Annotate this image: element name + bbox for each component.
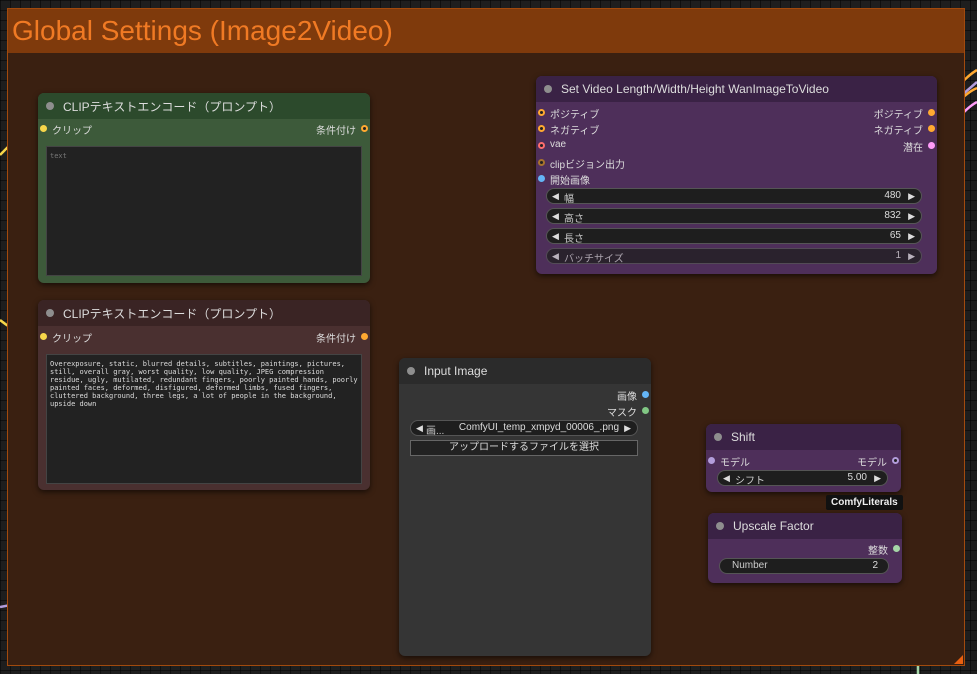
latent-output-port[interactable] — [928, 142, 935, 149]
height-widget[interactable]: ◀ 高さ 832 ▶ — [546, 208, 922, 225]
positive-input-label: ポジティブ — [550, 110, 600, 121]
shift-value: 5.00 — [847, 472, 867, 483]
prompt-text-area[interactable]: Overexposure, static, blurred details, s… — [46, 354, 362, 484]
latent-output-label: 潜在 — [903, 143, 923, 154]
int-output-port[interactable] — [893, 545, 900, 552]
prompt-text-area[interactable]: text — [46, 146, 362, 276]
decrement-arrow-icon[interactable]: ◀ — [723, 473, 730, 484]
negative-output-label: ネガティブ — [873, 126, 923, 137]
conditioning-output-port[interactable] — [361, 125, 368, 132]
group-header[interactable]: Global Settings (Image2Video) — [8, 9, 964, 53]
increment-arrow-icon[interactable]: ▶ — [908, 191, 915, 202]
wan-image-to-video-node[interactable]: Set Video Length/Width/Height WanImageTo… — [536, 76, 937, 274]
clip-input-port[interactable] — [40, 125, 47, 132]
negative-output-port[interactable] — [928, 125, 935, 132]
node-title: CLIPテキストエンコード（プロンプト） — [63, 306, 281, 321]
clip-input-label: クリップ — [52, 334, 92, 345]
model-output-port[interactable] — [892, 457, 899, 464]
clip-input-label: クリップ — [52, 126, 92, 137]
decrement-arrow-icon[interactable]: ◀ — [552, 191, 559, 202]
width-value: 480 — [884, 190, 901, 201]
upload-file-button[interactable]: アップロードするファイルを選択 — [410, 440, 638, 456]
clip-vision-input-label: clipビジョン出力 — [550, 160, 626, 171]
upscale-factor-node[interactable]: Upscale Factor 整数 Number 2 — [708, 513, 902, 583]
shift-label: シフト — [735, 476, 765, 487]
collapse-dot-icon[interactable] — [714, 433, 722, 441]
image-output-label: 画像 — [617, 392, 637, 403]
conditioning-output-label: 条件付け — [316, 334, 356, 345]
start-image-input-label: 開始画像 — [550, 176, 590, 187]
image-output-port[interactable] — [642, 391, 649, 398]
node-title: CLIPテキストエンコード（プロンプト） — [63, 99, 281, 114]
node-title: Shift — [731, 430, 756, 444]
increment-arrow-icon[interactable]: ▶ — [874, 473, 881, 484]
decrement-arrow-icon[interactable]: ◀ — [552, 251, 559, 262]
number-value: 2 — [872, 560, 878, 571]
node-title: Set Video Length/Width/Height WanImageTo… — [561, 82, 829, 96]
positive-output-port[interactable] — [928, 109, 935, 116]
comfyliterals-badge: ComfyLiterals — [826, 495, 903, 510]
model-input-port[interactable] — [708, 457, 715, 464]
int-output-label: 整数 — [868, 546, 888, 557]
previous-arrow-icon[interactable]: ◀ — [416, 423, 423, 434]
batch-size-widget[interactable]: ◀ バッチサイズ 1 ▶ — [546, 248, 922, 265]
clip-input-port[interactable] — [40, 333, 47, 340]
group-resize-handle[interactable] — [954, 655, 963, 664]
clip-text-encode-negative-node[interactable]: CLIPテキストエンコード（プロンプト） クリップ 条件付け Overexpos… — [38, 300, 370, 490]
model-output-label: モデル — [857, 458, 887, 469]
shift-widget[interactable]: ◀ シフト 5.00 ▶ — [717, 470, 888, 487]
image-select-label: 画... — [426, 426, 445, 437]
width-label: 幅 — [564, 194, 574, 205]
mask-output-label: マスク — [607, 408, 637, 419]
node-header[interactable]: Input Image — [399, 358, 651, 384]
positive-input-port[interactable] — [538, 109, 545, 116]
batch-size-value: 1 — [895, 250, 901, 261]
increment-arrow-icon[interactable]: ▶ — [908, 251, 915, 262]
next-arrow-icon[interactable]: ▶ — [624, 423, 631, 434]
input-image-node[interactable]: Input Image 画像 マスク ◀ 画... ComfyUI_temp_x… — [399, 358, 651, 656]
start-image-input-port[interactable] — [538, 175, 545, 182]
positive-output-label: ポジティブ — [873, 110, 923, 121]
node-header[interactable]: Shift — [706, 424, 901, 450]
length-widget[interactable]: ◀ 長さ 65 ▶ — [546, 228, 922, 245]
batch-size-label: バッチサイズ — [564, 254, 624, 265]
model-input-label: モデル — [720, 458, 750, 469]
decrement-arrow-icon[interactable]: ◀ — [552, 231, 559, 242]
width-widget[interactable]: ◀ 幅 480 ▶ — [546, 188, 922, 205]
conditioning-output-port[interactable] — [361, 333, 368, 340]
node-header[interactable]: Upscale Factor — [708, 513, 902, 539]
decrement-arrow-icon[interactable]: ◀ — [552, 211, 559, 222]
length-label: 長さ — [564, 234, 584, 245]
node-title: Upscale Factor — [733, 519, 814, 533]
number-widget[interactable]: Number 2 — [719, 558, 889, 574]
group-title: Global Settings (Image2Video) — [12, 15, 393, 46]
height-label: 高さ — [564, 214, 584, 225]
image-select-combo[interactable]: ◀ 画... ComfyUI_temp_xmpyd_00006_.png ▶ — [410, 420, 638, 437]
increment-arrow-icon[interactable]: ▶ — [908, 231, 915, 242]
height-value: 832 — [884, 210, 901, 221]
shift-node[interactable]: Shift モデル モデル ◀ シフト 5.00 ▶ — [706, 424, 901, 492]
negative-input-port[interactable] — [538, 125, 545, 132]
node-header[interactable]: Set Video Length/Width/Height WanImageTo… — [536, 76, 937, 102]
vae-input-label: vae — [550, 139, 567, 150]
node-title: Input Image — [424, 364, 488, 378]
number-label: Number — [732, 560, 768, 571]
node-header[interactable]: CLIPテキストエンコード（プロンプト） — [38, 93, 370, 119]
node-header[interactable]: CLIPテキストエンコード（プロンプト） — [38, 300, 370, 326]
conditioning-output-label: 条件付け — [316, 126, 356, 137]
mask-output-port[interactable] — [642, 407, 649, 414]
clip-vision-input-port[interactable] — [538, 159, 545, 166]
collapse-dot-icon[interactable] — [716, 522, 724, 530]
negative-input-label: ネガティブ — [550, 126, 600, 137]
clip-text-encode-positive-node[interactable]: CLIPテキストエンコード（プロンプト） クリップ 条件付け text — [38, 93, 370, 283]
increment-arrow-icon[interactable]: ▶ — [908, 211, 915, 222]
collapse-dot-icon[interactable] — [544, 85, 552, 93]
collapse-dot-icon[interactable] — [46, 309, 54, 317]
image-select-value: ComfyUI_temp_xmpyd_00006_.png — [458, 422, 619, 433]
collapse-dot-icon[interactable] — [46, 102, 54, 110]
vae-input-port[interactable] — [538, 142, 545, 149]
length-value: 65 — [889, 230, 901, 241]
collapse-dot-icon[interactable] — [407, 367, 415, 375]
